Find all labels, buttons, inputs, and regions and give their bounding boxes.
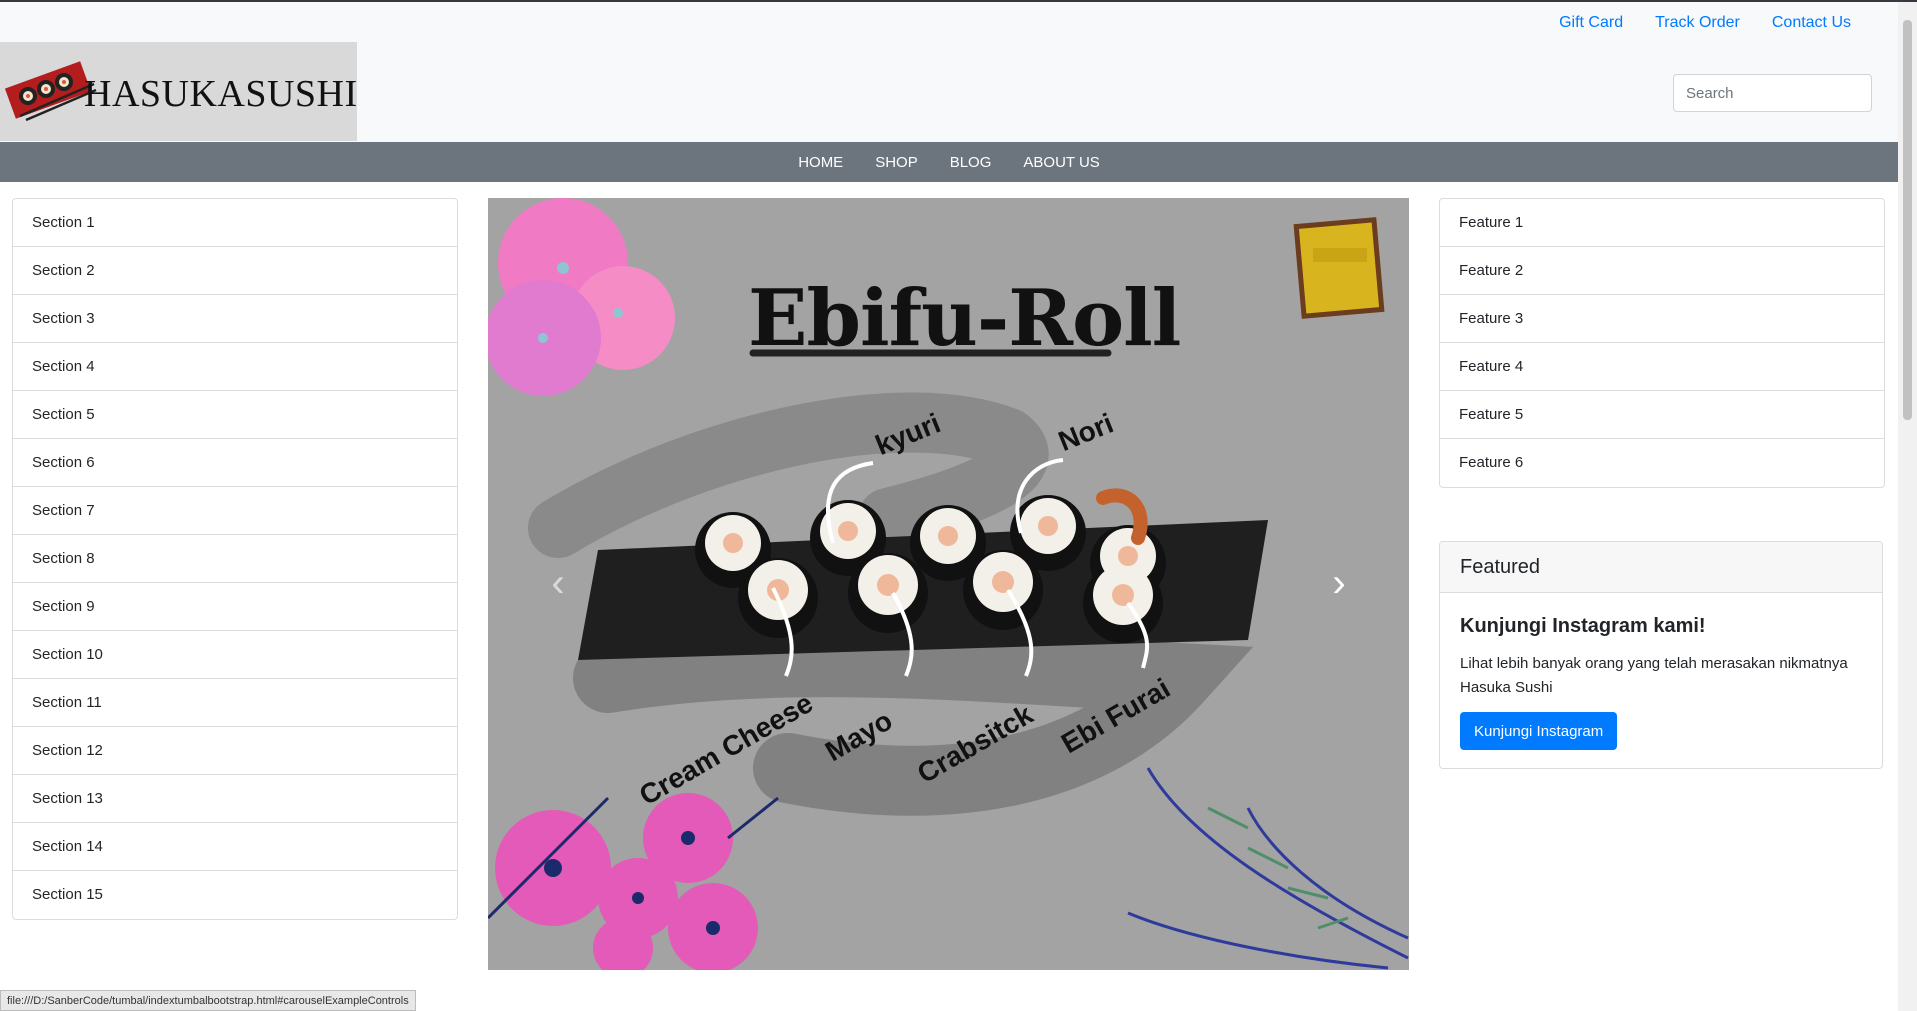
section-item[interactable]: Section 2: [13, 247, 457, 295]
search-input[interactable]: [1673, 74, 1872, 112]
browser-status-bar: file:///D:/SanberCode/tumbal/indextumbal…: [0, 990, 416, 1011]
main-navbar: HOME SHOP BLOG ABOUT US: [0, 142, 1898, 182]
section-item[interactable]: Section 8: [13, 535, 457, 583]
feature-item[interactable]: Feature 5: [1440, 391, 1884, 439]
flowers-bottom-left: [488, 793, 779, 970]
featured-card: Featured Kunjungi Instagram kami! Lihat …: [1439, 541, 1883, 769]
brand-logo[interactable]: HASUKASUSHI: [0, 42, 357, 141]
top-links: Gift Card Track Order Contact Us: [1559, 14, 1851, 32]
feature-item[interactable]: Feature 1: [1440, 199, 1884, 247]
section-item[interactable]: Section 5: [13, 391, 457, 439]
carousel-next-button[interactable]: ›: [1309, 548, 1369, 618]
features-list: Feature 1 Feature 2 Feature 3 Feature 4 …: [1439, 198, 1885, 488]
track-order-link[interactable]: Track Order: [1655, 14, 1740, 32]
section-item[interactable]: Section 1: [13, 199, 457, 247]
card-title: Kunjungi Instagram kami!: [1460, 615, 1706, 637]
nav-home[interactable]: HOME: [798, 154, 843, 171]
section-item[interactable]: Section 6: [13, 439, 457, 487]
feature-item[interactable]: Feature 2: [1440, 247, 1884, 295]
card-text: Lihat lebih banyak orang yang telah mera…: [1460, 655, 1848, 696]
scrollbar-thumb[interactable]: [1903, 20, 1912, 420]
nav-shop[interactable]: SHOP: [875, 154, 918, 171]
chevron-right-icon: ›: [1332, 560, 1346, 605]
section-item[interactable]: Section 13: [13, 775, 457, 823]
section-item[interactable]: Section 10: [13, 631, 457, 679]
section-item[interactable]: Section 9: [13, 583, 457, 631]
feature-item[interactable]: Feature 6: [1440, 439, 1884, 487]
leaves-bottom-right: [1127, 767, 1409, 970]
gift-card-link[interactable]: Gift Card: [1559, 14, 1623, 32]
flowers-top-left: [488, 198, 675, 396]
section-item[interactable]: Section 11: [13, 679, 457, 727]
card-header: Featured: [1440, 542, 1882, 593]
contact-us-link[interactable]: Contact Us: [1772, 14, 1851, 32]
section-item[interactable]: Section 4: [13, 343, 457, 391]
section-item[interactable]: Section 12: [13, 727, 457, 775]
section-item[interactable]: Section 3: [13, 295, 457, 343]
section-item[interactable]: Section 15: [13, 871, 457, 919]
feature-item[interactable]: Feature 3: [1440, 295, 1884, 343]
sections-list: Section 1 Section 2 Section 3 Section 4 …: [12, 198, 458, 920]
slide-title: Ebifu-Roll: [748, 273, 1181, 364]
page-header: Gift Card Track Order Contact Us HASUKAS…: [0, 2, 1898, 142]
feature-item[interactable]: Feature 4: [1440, 343, 1884, 391]
nav-blog[interactable]: BLOG: [950, 154, 992, 171]
chevron-left-icon: ‹: [551, 560, 565, 605]
page-scrollbar[interactable]: [1898, 2, 1917, 1011]
carousel-prev-button[interactable]: ‹: [528, 548, 588, 618]
section-item[interactable]: Section 14: [13, 823, 457, 871]
brand-badge: [1293, 217, 1385, 319]
section-item[interactable]: Section 7: [13, 487, 457, 535]
brand-name: HASUKASUSHI: [84, 73, 358, 115]
carousel: Ebifu-Roll kyuri Nori Cream Cheese Mayo …: [488, 198, 1409, 970]
instagram-button[interactable]: Kunjungi Instagram: [1460, 712, 1618, 750]
nav-about-us[interactable]: ABOUT US: [1023, 154, 1099, 171]
